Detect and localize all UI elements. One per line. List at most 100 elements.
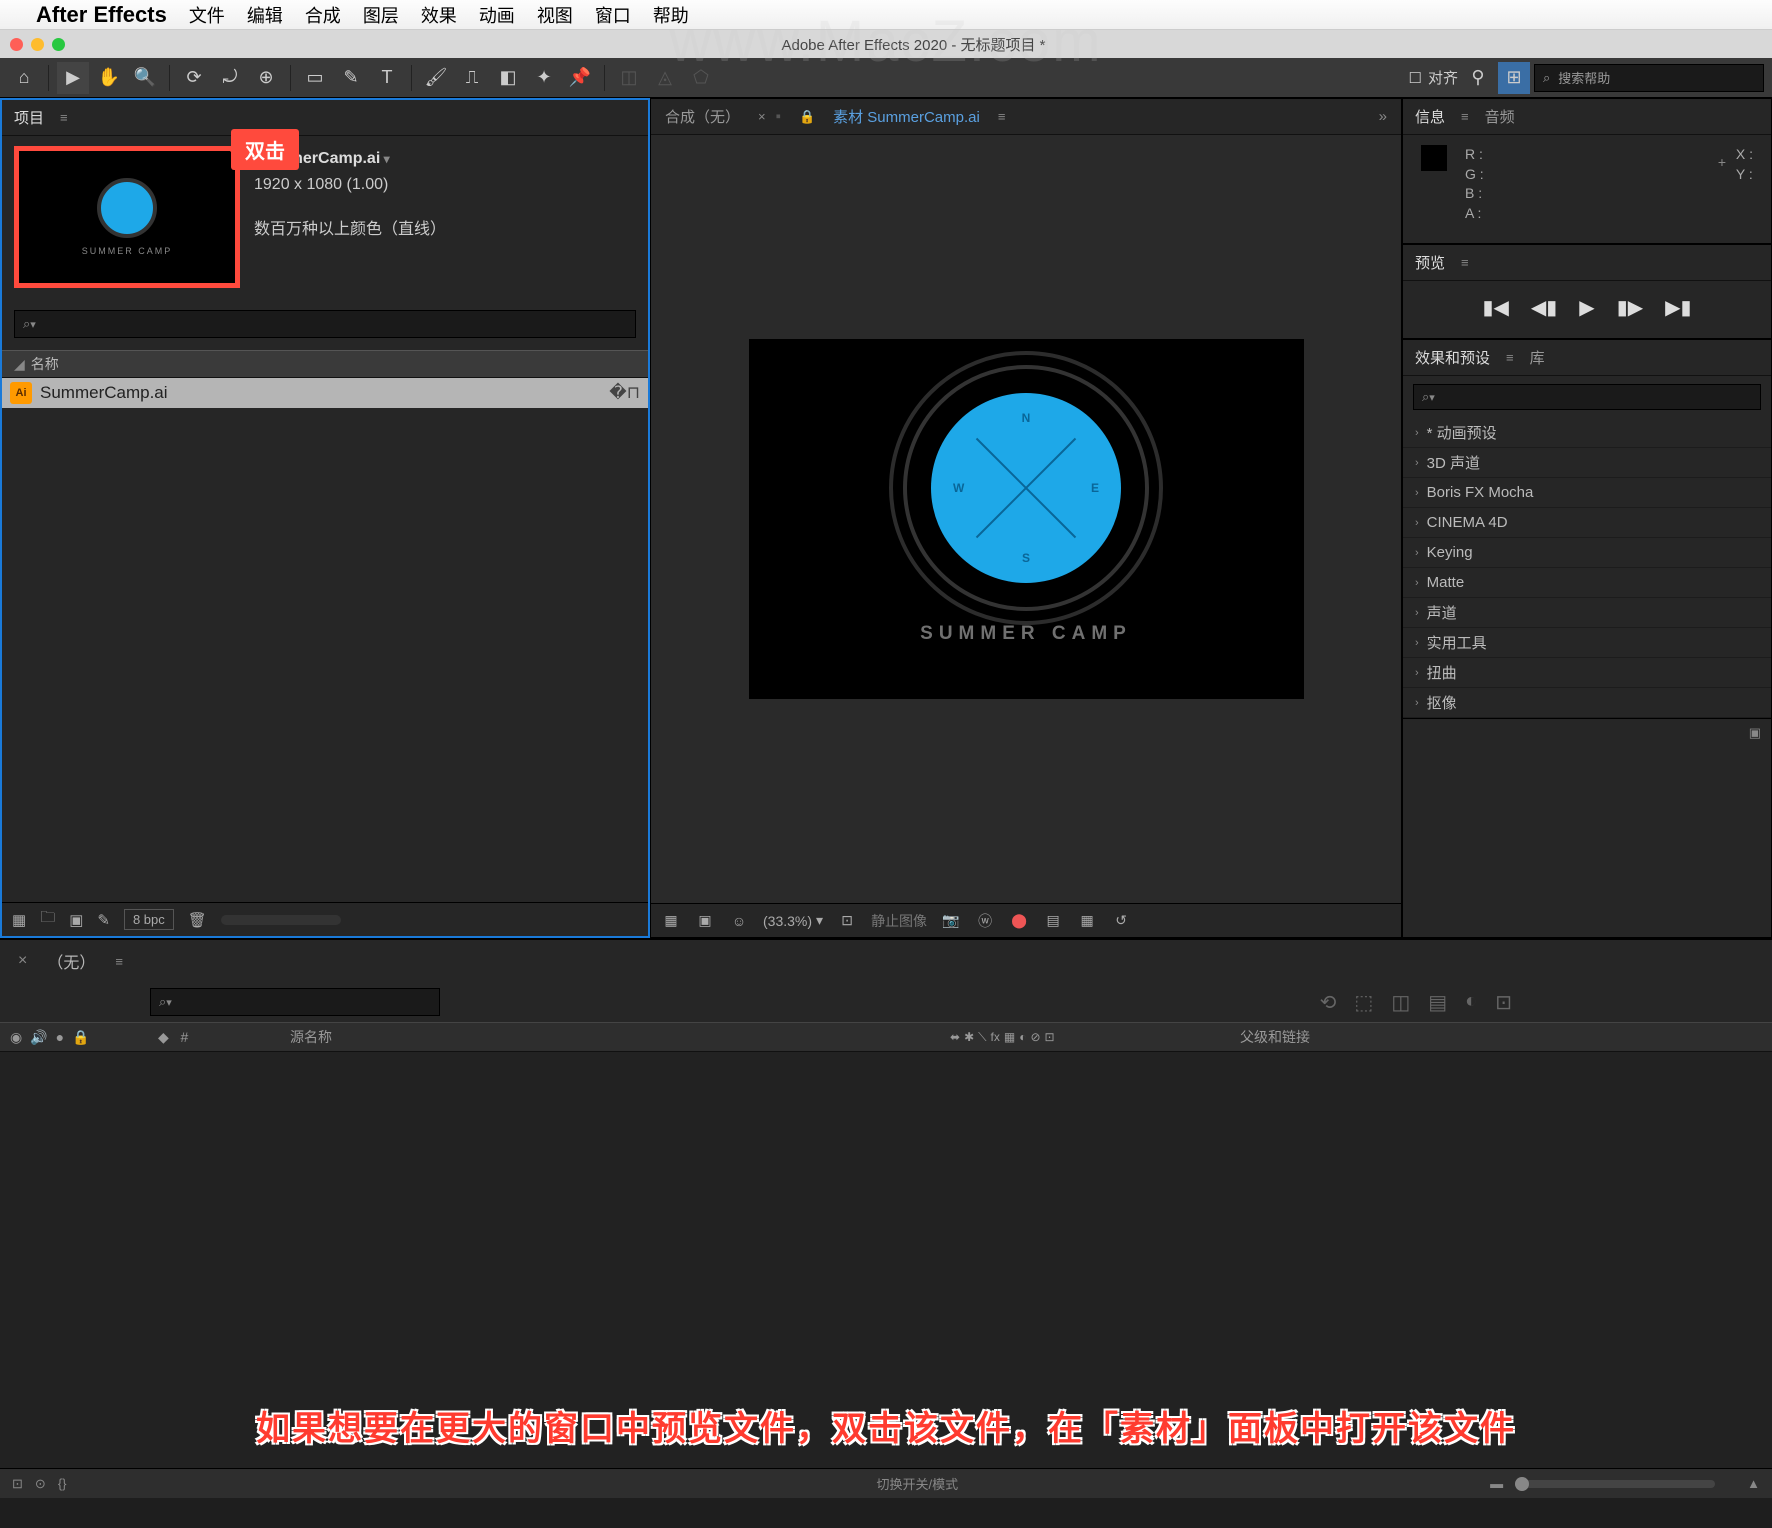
next-frame-icon[interactable]: ▮▶ bbox=[1617, 295, 1643, 320]
fx-category[interactable]: ›Boris FX Mocha bbox=[1403, 478, 1771, 508]
interpret-icon[interactable]: ▦ bbox=[12, 911, 26, 929]
project-item-row[interactable]: Ai SummerCamp.ai �⊓ bbox=[2, 378, 648, 408]
workspace-icon[interactable]: ⊞ bbox=[1498, 62, 1530, 94]
parent-col[interactable]: 父级和链接 bbox=[1240, 1027, 1440, 1047]
last-frame-icon[interactable]: ▶▮ bbox=[1665, 295, 1691, 320]
canvas-area[interactable]: N E S W SUMMER CAMP bbox=[651, 135, 1401, 903]
play-icon[interactable]: ▶ bbox=[1579, 295, 1594, 320]
new-bin-icon[interactable]: ▣ bbox=[1749, 725, 1761, 741]
reset-icon[interactable]: ↺ bbox=[1111, 912, 1131, 929]
preview-tab[interactable]: 预览 bbox=[1415, 252, 1445, 273]
effects-search[interactable]: ⌕▾ bbox=[1413, 384, 1761, 410]
menu-layer[interactable]: 图层 bbox=[363, 2, 399, 28]
fx-category[interactable]: ›3D 声道 bbox=[1403, 448, 1771, 478]
bpc-button[interactable]: 8 bpc bbox=[124, 909, 174, 930]
panel-menu-icon[interactable]: ≡ bbox=[60, 110, 68, 125]
toggle1-icon[interactable]: ⊡ bbox=[12, 1476, 23, 1492]
eye-icon[interactable]: ◉ bbox=[10, 1029, 22, 1046]
menu-file[interactable]: 文件 bbox=[189, 2, 225, 28]
overflow-icon[interactable]: » bbox=[1379, 108, 1387, 125]
zoom-tool-icon[interactable]: 🔍 bbox=[129, 62, 161, 94]
toggle2-icon[interactable]: ⊙ bbox=[35, 1476, 46, 1492]
search-tool-icon[interactable]: ⚲ bbox=[1462, 62, 1494, 94]
comp-tab[interactable]: 合成（无） bbox=[665, 106, 740, 127]
app-name[interactable]: After Effects bbox=[36, 2, 167, 28]
hand-tool-icon[interactable]: ✋ bbox=[93, 62, 125, 94]
fx-category[interactable]: ›Matte bbox=[1403, 568, 1771, 598]
fx-category[interactable]: ›抠像 bbox=[1403, 688, 1771, 718]
menu-animation[interactable]: 动画 bbox=[479, 2, 515, 28]
grid-icon[interactable]: ☺ bbox=[729, 913, 749, 929]
solo-icon[interactable]: ● bbox=[56, 1029, 64, 1046]
menu-effect[interactable]: 效果 bbox=[421, 2, 457, 28]
fx-category[interactable]: ›Keying bbox=[1403, 538, 1771, 568]
speaker-icon[interactable]: 🔊 bbox=[30, 1029, 47, 1046]
home-icon[interactable]: ⌂ bbox=[8, 62, 40, 94]
roto-tool-icon[interactable]: ✦ bbox=[528, 62, 560, 94]
timeline-search[interactable]: ⌕▾ bbox=[150, 988, 440, 1016]
close-button[interactable] bbox=[10, 38, 23, 51]
timeline-zoom-slider[interactable] bbox=[1515, 1480, 1715, 1488]
alpha-icon[interactable]: ▦ bbox=[661, 912, 681, 929]
zoom-dropdown[interactable]: (33.3%) ▾ bbox=[763, 912, 823, 929]
fx-category[interactable]: ›CINEMA 4D bbox=[1403, 508, 1771, 538]
tl-tool1-icon[interactable]: ⟲ bbox=[1320, 990, 1337, 1015]
brush-tool-icon[interactable]: 🖌 bbox=[420, 62, 452, 94]
rect-tool-icon[interactable]: ▭ bbox=[299, 62, 331, 94]
lock-col-icon[interactable]: 🔒 bbox=[72, 1029, 89, 1046]
selection-tool-icon[interactable]: ▶ bbox=[57, 62, 89, 94]
viewer-menu-icon[interactable]: ≡ bbox=[998, 109, 1006, 124]
fx-category[interactable]: ›实用工具 bbox=[1403, 628, 1771, 658]
timeline-close-icon[interactable]: × bbox=[18, 952, 27, 970]
fx-category[interactable]: ›* 动画预设 bbox=[1403, 418, 1771, 448]
menu-composition[interactable]: 合成 bbox=[305, 2, 341, 28]
snap-toggle[interactable]: ☐ 对齐 bbox=[1409, 67, 1458, 88]
camera-icon[interactable]: 📷 bbox=[941, 912, 961, 929]
thumb-slider[interactable] bbox=[221, 915, 341, 925]
timeline-menu-icon[interactable]: ≡ bbox=[115, 954, 123, 969]
maximize-button[interactable] bbox=[52, 38, 65, 51]
anchor-tool-icon[interactable]: ⊕ bbox=[250, 62, 282, 94]
toggle3-icon[interactable]: {} bbox=[58, 1476, 67, 1491]
tl-tool6-icon[interactable]: ⊡ bbox=[1495, 990, 1512, 1015]
fx-category[interactable]: ›声道 bbox=[1403, 598, 1771, 628]
zoom-in-icon[interactable]: ▲ bbox=[1747, 1476, 1760, 1491]
project-search[interactable]: ⌕▾ bbox=[14, 310, 636, 338]
rotate-tool-icon[interactable]: ⤾ bbox=[214, 62, 246, 94]
effects-tab[interactable]: 效果和预设 bbox=[1415, 347, 1490, 368]
tl-tool5-icon[interactable]: ◐ bbox=[1465, 990, 1477, 1015]
source-name-col[interactable]: 源名称 bbox=[290, 1027, 950, 1047]
puppet-tool-icon[interactable]: 📌 bbox=[564, 62, 596, 94]
eraser-tool-icon[interactable]: ◧ bbox=[492, 62, 524, 94]
orbit-tool-icon[interactable]: ⟳ bbox=[178, 62, 210, 94]
project-tab[interactable]: 项目 bbox=[14, 107, 44, 128]
trash-icon[interactable]: 🗑 bbox=[188, 911, 207, 929]
help-search[interactable]: ⌕ 搜索帮助 bbox=[1534, 64, 1764, 92]
flowchart-icon[interactable]: �⊓ bbox=[609, 383, 640, 403]
pen-tool-icon[interactable]: ✎ bbox=[335, 62, 367, 94]
tl-tool3-icon[interactable]: ◫ bbox=[1391, 990, 1410, 1015]
transparency-icon[interactable]: ⊡ bbox=[837, 912, 857, 929]
adjust-icon[interactable]: ✎ bbox=[97, 911, 110, 929]
timeline-tab[interactable]: （无） bbox=[47, 949, 95, 973]
zoom-out-icon[interactable]: ▬ bbox=[1490, 1476, 1503, 1491]
clone-tool-icon[interactable]: ⎍ bbox=[456, 62, 488, 94]
effects-menu-icon[interactable]: ≡ bbox=[1506, 350, 1514, 365]
prev-frame-icon[interactable]: ◀▮ bbox=[1531, 295, 1557, 320]
color-icon[interactable]: ⬤ bbox=[1009, 912, 1029, 929]
first-frame-icon[interactable]: ▮◀ bbox=[1483, 295, 1509, 320]
weibo-icon[interactable]: ⓦ bbox=[975, 911, 995, 931]
project-column-header[interactable]: ◢ 名称 bbox=[2, 350, 648, 378]
exposure-icon[interactable]: ▤ bbox=[1043, 912, 1063, 929]
info-menu-icon[interactable]: ≡ bbox=[1461, 109, 1469, 124]
switch-mode-button[interactable]: 切换开关/模式 bbox=[877, 1474, 959, 1493]
region-icon[interactable]: ▦ bbox=[1077, 912, 1097, 929]
text-tool-icon[interactable]: T bbox=[371, 62, 403, 94]
info-tab[interactable]: 信息 bbox=[1415, 106, 1445, 127]
minimize-button[interactable] bbox=[31, 38, 44, 51]
folder-icon[interactable]: 🗀 bbox=[40, 907, 55, 932]
menu-window[interactable]: 窗口 bbox=[595, 2, 631, 28]
fx-category[interactable]: ›扭曲 bbox=[1403, 658, 1771, 688]
library-tab[interactable]: 库 bbox=[1530, 347, 1545, 368]
new-comp-icon[interactable]: ▣ bbox=[69, 911, 83, 929]
